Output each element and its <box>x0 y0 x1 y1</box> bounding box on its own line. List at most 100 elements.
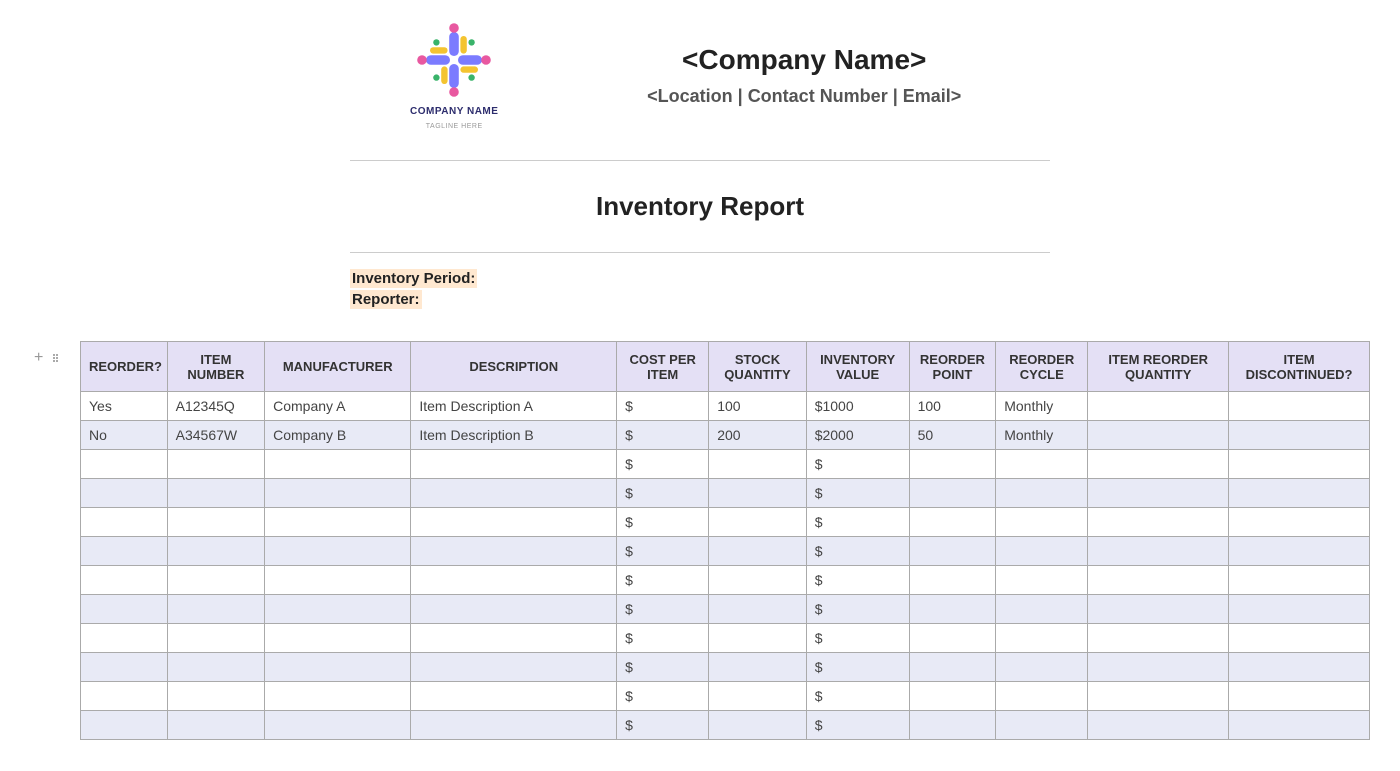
table-row[interactable]: $$ <box>81 682 1370 711</box>
cell-item-reorder-quantity[interactable] <box>1088 537 1229 566</box>
cell-cost-per-item[interactable]: $ <box>617 595 709 624</box>
cell-item-discontinued[interactable] <box>1229 653 1370 682</box>
cell-stock-quantity[interactable]: 200 <box>709 421 806 450</box>
cell-inventory-value[interactable]: $ <box>806 624 909 653</box>
cell-item-reorder-quantity[interactable] <box>1088 392 1229 421</box>
cell-cost-per-item[interactable]: $ <box>617 392 709 421</box>
inventory-table[interactable]: REORDER? ITEM NUMBER MANUFACTURER DESCRI… <box>80 341 1370 740</box>
cell-stock-quantity[interactable] <box>709 653 806 682</box>
cell-reorder-point[interactable] <box>909 624 996 653</box>
col-item-discontinued[interactable]: ITEM DISCONTINUED? <box>1229 342 1370 392</box>
cell-reorder-point[interactable] <box>909 479 996 508</box>
table-row[interactable]: $$ <box>81 479 1370 508</box>
cell-manufacturer[interactable] <box>265 595 411 624</box>
col-manufacturer[interactable]: MANUFACTURER <box>265 342 411 392</box>
table-row[interactable]: YesA12345QCompany AItem Description A$10… <box>81 392 1370 421</box>
cell-item-reorder-quantity[interactable] <box>1088 595 1229 624</box>
cell-reorder-cycle[interactable]: Monthly <box>996 392 1088 421</box>
cell-reorder[interactable] <box>81 624 168 653</box>
cell-stock-quantity[interactable]: 100 <box>709 392 806 421</box>
cell-item-discontinued[interactable] <box>1229 682 1370 711</box>
cell-item-reorder-quantity[interactable] <box>1088 711 1229 740</box>
cell-stock-quantity[interactable] <box>709 682 806 711</box>
cell-stock-quantity[interactable] <box>709 711 806 740</box>
cell-manufacturer[interactable] <box>265 537 411 566</box>
col-reorder-point[interactable]: REORDER POINT <box>909 342 996 392</box>
cell-stock-quantity[interactable] <box>709 595 806 624</box>
cell-manufacturer[interactable]: Company A <box>265 392 411 421</box>
cell-item-discontinued[interactable] <box>1229 421 1370 450</box>
cell-description[interactable] <box>411 450 617 479</box>
cell-reorder-point[interactable] <box>909 711 996 740</box>
cell-inventory-value[interactable]: $ <box>806 682 909 711</box>
cell-reorder-point[interactable]: 50 <box>909 421 996 450</box>
cell-item-discontinued[interactable] <box>1229 566 1370 595</box>
cell-reorder[interactable] <box>81 682 168 711</box>
cell-reorder[interactable]: No <box>81 421 168 450</box>
cell-stock-quantity[interactable] <box>709 508 806 537</box>
cell-cost-per-item[interactable]: $ <box>617 624 709 653</box>
cell-manufacturer[interactable] <box>265 653 411 682</box>
cell-description[interactable] <box>411 566 617 595</box>
cell-item-number[interactable]: A12345Q <box>167 392 264 421</box>
cell-item-discontinued[interactable] <box>1229 450 1370 479</box>
cell-reorder-cycle[interactable] <box>996 566 1088 595</box>
cell-item-reorder-quantity[interactable] <box>1088 479 1229 508</box>
cell-cost-per-item[interactable]: $ <box>617 653 709 682</box>
cell-reorder-cycle[interactable] <box>996 508 1088 537</box>
cell-inventory-value[interactable]: $ <box>806 537 909 566</box>
cell-item-number[interactable] <box>167 450 264 479</box>
cell-item-number[interactable] <box>167 624 264 653</box>
table-row[interactable]: NoA34567WCompany BItem Description B$200… <box>81 421 1370 450</box>
cell-reorder-cycle[interactable]: Monthly <box>996 421 1088 450</box>
cell-reorder-point[interactable] <box>909 682 996 711</box>
cell-stock-quantity[interactable] <box>709 566 806 595</box>
cell-item-reorder-quantity[interactable] <box>1088 624 1229 653</box>
col-item-number[interactable]: ITEM NUMBER <box>167 342 264 392</box>
cell-cost-per-item[interactable]: $ <box>617 566 709 595</box>
table-row[interactable]: $$ <box>81 595 1370 624</box>
cell-reorder-cycle[interactable] <box>996 682 1088 711</box>
cell-reorder[interactable] <box>81 566 168 595</box>
cell-reorder-cycle[interactable] <box>996 450 1088 479</box>
cell-description[interactable] <box>411 479 617 508</box>
cell-reorder-cycle[interactable] <box>996 595 1088 624</box>
cell-item-reorder-quantity[interactable] <box>1088 450 1229 479</box>
table-row[interactable]: $$ <box>81 508 1370 537</box>
cell-reorder-point[interactable] <box>909 595 996 624</box>
col-description[interactable]: DESCRIPTION <box>411 342 617 392</box>
cell-manufacturer[interactable]: Company B <box>265 421 411 450</box>
cell-description[interactable] <box>411 711 617 740</box>
cell-cost-per-item[interactable]: $ <box>617 537 709 566</box>
cell-inventory-value[interactable]: $ <box>806 711 909 740</box>
cell-item-discontinued[interactable] <box>1229 711 1370 740</box>
cell-manufacturer[interactable] <box>265 682 411 711</box>
col-reorder-cycle[interactable]: REORDER CYCLE <box>996 342 1088 392</box>
cell-inventory-value[interactable]: $ <box>806 595 909 624</box>
cell-reorder[interactable] <box>81 595 168 624</box>
table-row[interactable]: $$ <box>81 450 1370 479</box>
cell-item-discontinued[interactable] <box>1229 595 1370 624</box>
table-row[interactable]: $$ <box>81 711 1370 740</box>
cell-item-number[interactable] <box>167 682 264 711</box>
cell-manufacturer[interactable] <box>265 711 411 740</box>
cell-item-number[interactable]: A34567W <box>167 421 264 450</box>
col-reorder[interactable]: REORDER? <box>81 342 168 392</box>
cell-item-number[interactable] <box>167 653 264 682</box>
cell-stock-quantity[interactable] <box>709 479 806 508</box>
cell-item-number[interactable] <box>167 595 264 624</box>
cell-description[interactable] <box>411 508 617 537</box>
col-stock-quantity[interactable]: STOCK QUANTITY <box>709 342 806 392</box>
col-inventory-value[interactable]: INVENTORY VALUE <box>806 342 909 392</box>
table-row[interactable]: $$ <box>81 624 1370 653</box>
cell-description[interactable] <box>411 595 617 624</box>
cell-item-discontinued[interactable] <box>1229 624 1370 653</box>
cell-cost-per-item[interactable]: $ <box>617 479 709 508</box>
cell-item-reorder-quantity[interactable] <box>1088 653 1229 682</box>
table-row[interactable]: $$ <box>81 537 1370 566</box>
cell-reorder-cycle[interactable] <box>996 711 1088 740</box>
cell-reorder[interactable]: Yes <box>81 392 168 421</box>
cell-item-discontinued[interactable] <box>1229 392 1370 421</box>
cell-cost-per-item[interactable]: $ <box>617 421 709 450</box>
cell-reorder-point[interactable]: 100 <box>909 392 996 421</box>
